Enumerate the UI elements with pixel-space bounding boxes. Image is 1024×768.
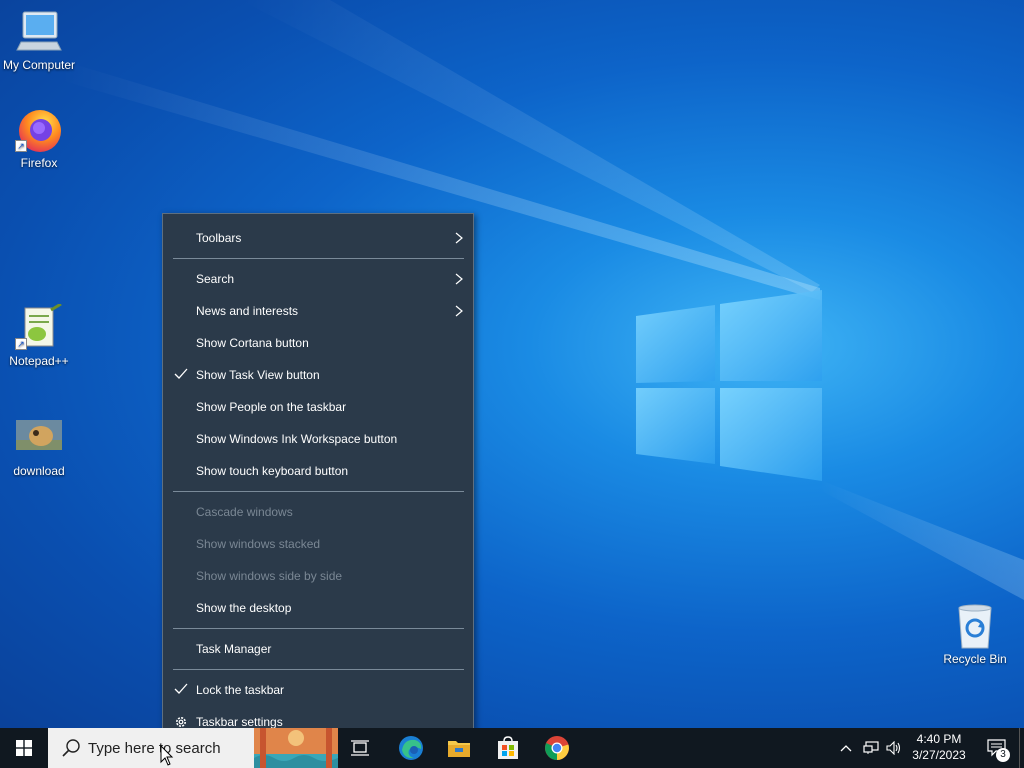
speaker-icon [886, 741, 901, 755]
menu-separator [173, 669, 464, 670]
desktop-icon-label: Notepad++ [9, 354, 69, 368]
menu-item-toolbars[interactable]: Toolbars [163, 222, 473, 254]
desktop-icon-label: Recycle Bin [943, 652, 1007, 666]
clock-date: 3/27/2023 [912, 748, 966, 762]
windows-start-icon [16, 740, 32, 756]
edge-icon [399, 736, 423, 760]
menu-item-show-windows-ink[interactable]: Show Windows Ink Workspace button [163, 423, 473, 455]
menu-item-label: Task Manager [196, 642, 272, 656]
checkmark-icon [174, 683, 188, 694]
computer-icon [16, 11, 62, 51]
task-view-icon [351, 740, 369, 756]
news-and-interests-widget[interactable] [254, 728, 338, 768]
mouse-cursor-icon [160, 745, 174, 766]
taskbar: Type here to search 4:40 PM 3/27/2023 3 [0, 728, 1024, 768]
menu-separator [173, 491, 464, 492]
taskbar-file-explorer-button[interactable] [437, 728, 481, 768]
desktop-icon-label: download [13, 464, 65, 478]
menu-item-label: Show windows stacked [196, 537, 321, 551]
chevron-right-icon [455, 232, 463, 244]
network-status-button[interactable] [860, 728, 882, 768]
menu-item-task-manager[interactable]: Task Manager [163, 633, 473, 665]
menu-item-label: Show windows side by side [196, 569, 343, 583]
desktop-icon-label: My Computer [2, 58, 76, 72]
network-icon [863, 741, 879, 754]
menu-item-label: Cascade windows [196, 505, 293, 519]
file-explorer-icon [448, 741, 470, 757]
desktop-icon-recycle-bin[interactable]: Recycle Bin [936, 602, 1014, 666]
menu-item-label: Taskbar settings [196, 715, 283, 729]
menu-separator [173, 628, 464, 629]
search-icon [62, 739, 80, 757]
menu-item-label: Show Windows Ink Workspace button [196, 432, 398, 446]
chevron-up-icon [840, 745, 852, 752]
menu-item-lock-the-taskbar[interactable]: Lock the taskbar [163, 674, 473, 706]
show-hidden-icons-button[interactable] [836, 728, 856, 768]
volume-button[interactable] [883, 728, 905, 768]
start-button[interactable] [0, 728, 48, 768]
desktop-icon-firefox[interactable]: ↗ Firefox [0, 106, 78, 170]
desktop-icon-download[interactable]: download [0, 414, 78, 478]
desktop-icon-notepadpp[interactable]: ↗ Notepad++ [0, 302, 78, 368]
taskbar-store-button[interactable] [486, 728, 530, 768]
menu-item-label: Lock the taskbar [196, 683, 285, 697]
menu-item-search[interactable]: Search [163, 263, 473, 295]
show-desktop-strip[interactable] [1019, 728, 1024, 768]
menu-item-label: Show touch keyboard button [196, 464, 349, 478]
menu-item-label: Show Cortana button [196, 336, 309, 350]
menu-item-show-windows-stacked: Show windows stacked [163, 528, 473, 560]
menu-item-show-touch-keyboard[interactable]: Show touch keyboard button [163, 455, 473, 487]
taskbar-chrome-button[interactable] [535, 728, 579, 768]
windows-logo-wallpaper [636, 290, 822, 481]
wallpaper-light-beams [60, 0, 1024, 600]
task-view-button[interactable] [340, 728, 380, 768]
action-center-button[interactable]: 3 [978, 728, 1016, 768]
menu-item-show-cortana-button[interactable]: Show Cortana button [163, 327, 473, 359]
taskbar-context-menu: Toolbars Search News and interests Show … [162, 213, 474, 746]
gear-icon [176, 717, 186, 727]
recycle-bin-icon [958, 604, 992, 649]
menu-item-news-and-interests[interactable]: News and interests [163, 295, 473, 327]
clock-area[interactable]: 4:40 PM 3/27/2023 [906, 732, 972, 764]
menu-item-show-task-view-button[interactable]: Show Task View button [163, 359, 473, 391]
taskbar-search-box[interactable]: Type here to search [48, 728, 254, 768]
chevron-right-icon [455, 273, 463, 285]
menu-item-cascade-windows: Cascade windows [163, 496, 473, 528]
store-icon [498, 736, 518, 759]
menu-item-label: Search [196, 272, 235, 286]
taskbar-edge-button[interactable] [390, 728, 432, 768]
image-file-icon [16, 420, 62, 450]
shortcut-arrow-icon: ↗ [15, 140, 27, 152]
desktop-icon-my-computer[interactable]: My Computer [0, 8, 78, 72]
menu-item-label: Toolbars [196, 231, 242, 245]
weather-news-icon [254, 728, 338, 768]
shortcut-arrow-icon: ↗ [15, 338, 27, 350]
menu-item-show-people[interactable]: Show People on the taskbar [163, 391, 473, 423]
search-placeholder: Type here to search [88, 739, 221, 757]
chevron-right-icon [455, 305, 463, 317]
menu-item-label: Show Task View button [196, 368, 320, 382]
menu-item-show-the-desktop[interactable]: Show the desktop [163, 592, 473, 624]
desktop-icon-label: Firefox [20, 156, 58, 170]
chrome-icon [545, 736, 569, 760]
checkmark-icon [174, 368, 188, 379]
notification-count-badge: 3 [996, 748, 1010, 762]
menu-separator [173, 258, 464, 259]
menu-item-label: News and interests [196, 304, 299, 318]
menu-item-label: Show the desktop [196, 601, 292, 615]
menu-item-label: Show People on the taskbar [196, 400, 347, 414]
clock-time: 4:40 PM [916, 732, 962, 746]
menu-item-show-windows-side-by-side: Show windows side by side [163, 560, 473, 592]
